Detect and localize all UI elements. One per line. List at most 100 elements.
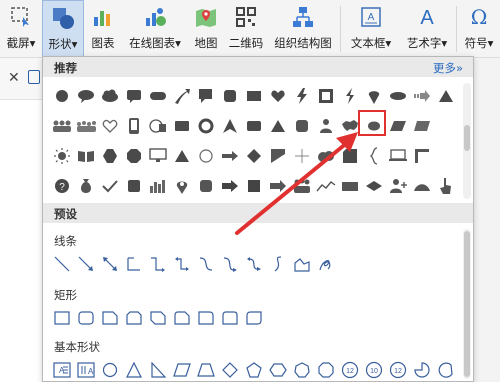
location-pin-shape-icon[interactable] [171, 175, 193, 197]
slanted-rect-shape-icon[interactable] [411, 115, 433, 137]
soft-square-shape-icon[interactable] [291, 115, 313, 137]
callout-shape-icon[interactable] [195, 85, 217, 107]
org-chart-tool[interactable]: 组织结构图 [270, 0, 336, 58]
heart-outline-shape-icon[interactable] [99, 115, 121, 137]
right-triangle-outline-shape-icon[interactable] [147, 359, 169, 381]
ellipse-shape-icon[interactable] [387, 85, 409, 107]
question-shape-icon[interactable]: ? [51, 175, 73, 197]
curved-double-arrow-connector-shape-icon[interactable] [243, 253, 265, 275]
curve-shape-icon[interactable] [267, 253, 289, 275]
presets-scrollbar[interactable] [463, 229, 471, 379]
diamond-shape-icon[interactable] [243, 145, 265, 167]
round-two-corners-rect-shape-icon[interactable] [219, 307, 241, 329]
qrcode-tool[interactable]: 二维码 [224, 0, 268, 58]
pentagon-outline-shape-icon[interactable] [243, 359, 265, 381]
elbow-double-arrow-connector-shape-icon[interactable] [171, 253, 193, 275]
monitor-shape-icon[interactable] [147, 145, 169, 167]
book-shape-icon[interactable] [75, 145, 97, 167]
hand-pointer-shape-icon[interactable] [435, 175, 457, 197]
diamond-outline-shape-icon[interactable] [219, 359, 241, 381]
triangle-shape-icon[interactable] [435, 85, 457, 107]
symbol-tool[interactable]: Ω 符号▾ [460, 0, 498, 58]
double-arrow-line-shape-icon[interactable] [99, 253, 121, 275]
octagon-shape-icon[interactable] [123, 145, 145, 167]
rounded-tile-shape-icon[interactable] [123, 175, 145, 197]
heptagon-outline-shape-icon[interactable] [291, 359, 313, 381]
online-chart-tool[interactable]: 在线图表▾ [122, 0, 188, 58]
twelve-point-outline-shape-icon[interactable]: 12 [387, 359, 409, 381]
presets-scroll-thumb[interactable] [464, 231, 470, 377]
snip-corner-rect-shape-icon[interactable] [99, 307, 121, 329]
people-group-shape-icon[interactable] [51, 115, 73, 137]
decagon-outline-shape-icon[interactable]: 12 [339, 359, 361, 381]
smooth-square-shape-icon[interactable] [195, 175, 217, 197]
rounded-square-shape-icon[interactable] [219, 85, 241, 107]
right-arrow-shape-icon[interactable] [219, 145, 241, 167]
round-diagonal-rect-shape-icon[interactable] [243, 307, 265, 329]
team-shape-icon[interactable] [291, 175, 313, 197]
recommended-scroll-thumb[interactable] [464, 125, 470, 151]
lightning-shape-icon[interactable] [291, 85, 313, 107]
brace-shape-icon[interactable] [363, 145, 385, 167]
snip-diagonal-rect-shape-icon[interactable] [147, 307, 169, 329]
more-link[interactable]: 更多» [433, 60, 463, 76]
money-bag-shape-icon[interactable] [75, 175, 97, 197]
snip-round-rect-shape-icon[interactable] [171, 307, 193, 329]
shapes-tool[interactable]: 形状▾ [42, 0, 84, 58]
bold-arrow-shape-icon[interactable] [219, 175, 241, 197]
rect-outline-shape-icon[interactable] [51, 307, 73, 329]
rounded-bar-shape-icon[interactable] [147, 85, 169, 107]
bolt-shape-icon[interactable] [339, 85, 361, 107]
triangle-solid-shape-icon[interactable] [267, 115, 289, 137]
globe-device-shape-icon[interactable] [147, 115, 169, 137]
heart-shape-icon[interactable] [267, 85, 289, 107]
laptop-shape-icon[interactable] [387, 145, 409, 167]
hexagon-outline-shape-icon[interactable] [267, 359, 289, 381]
hexagon-shape-icon[interactable] [99, 145, 121, 167]
corner-shape-icon[interactable] [411, 145, 433, 167]
crosshair-shape-icon[interactable] [291, 145, 313, 167]
rectangle-shape-icon[interactable] [243, 85, 265, 107]
bar-graph-shape-icon[interactable] [147, 175, 169, 197]
trapezoid-outline-shape-icon[interactable] [195, 359, 217, 381]
elbow-arrow-connector-shape-icon[interactable] [147, 253, 169, 275]
speech-bubble-shape-icon[interactable] [75, 85, 97, 107]
person-shape-icon[interactable] [315, 115, 337, 137]
mound-shape-icon[interactable] [411, 175, 433, 197]
round-one-corner-rect-shape-icon[interactable] [195, 307, 217, 329]
folded-corner-shape-icon[interactable] [339, 145, 361, 167]
curved-arrow-connector-shape-icon[interactable] [219, 253, 241, 275]
octagon-outline-shape-icon[interactable] [315, 359, 337, 381]
checkmark-shape-icon[interactable] [99, 175, 121, 197]
parallelogram-outline-shape-icon[interactable] [171, 359, 193, 381]
crowd-shape-icon[interactable] [75, 115, 97, 137]
triangle-outline-shape-icon[interactable] [123, 359, 145, 381]
wide-rectangle-shape-icon[interactable] [171, 115, 193, 137]
wave-shape-icon[interactable] [267, 145, 289, 167]
play-arrow-shape-icon[interactable] [267, 175, 289, 197]
cloud-shape-icon[interactable] [99, 85, 121, 107]
tab-shape-icon[interactable] [339, 175, 361, 197]
close-icon[interactable]: ✕ [8, 70, 20, 86]
cloud-puff-shape-icon[interactable] [315, 145, 337, 167]
solid-triangle-shape-icon[interactable] [171, 145, 193, 167]
vertical-text-box-shape-icon[interactable]: A [75, 359, 97, 381]
dodecagon-outline-shape-icon[interactable]: 10 [363, 359, 385, 381]
freeform-shape-icon[interactable] [291, 253, 313, 275]
text-box-shape-icon[interactable]: A [51, 359, 73, 381]
snip-two-corners-rect-shape-icon[interactable] [123, 307, 145, 329]
screenshot-tool[interactable]: 截屏▾ [2, 0, 40, 58]
square-shape-icon[interactable] [243, 175, 265, 197]
chart-tool[interactable]: 图表 [86, 0, 120, 58]
line-chart-shape-icon[interactable] [315, 175, 337, 197]
textbox-tool[interactable]: A 文本框▾ [344, 0, 398, 58]
curved-arrow-shape-icon[interactable] [171, 85, 193, 107]
scribble-shape-icon[interactable] [315, 253, 337, 275]
ring-shape-icon[interactable] [195, 115, 217, 137]
circle-outline-shape-icon[interactable] [195, 145, 217, 167]
line-shape-icon[interactable] [51, 253, 73, 275]
rounded-rect-outline-shape-icon[interactable] [75, 307, 97, 329]
striped-arrow-shape-icon[interactable] [411, 85, 433, 107]
rounded-rect-shape-icon[interactable] [243, 115, 265, 137]
map-tool[interactable]: 地图 [190, 0, 222, 58]
